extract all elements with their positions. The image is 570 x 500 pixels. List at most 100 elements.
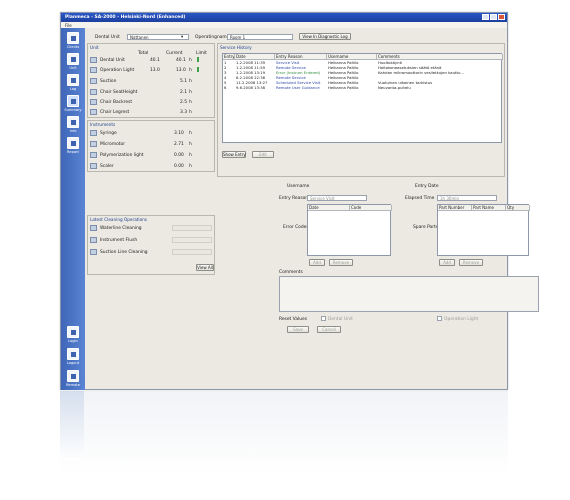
cell-comment: Neuvonta-puhelu bbox=[378, 85, 411, 90]
light-icon bbox=[90, 67, 97, 73]
instrument-row-name: Polymerization light bbox=[100, 153, 144, 158]
unit-row-current: 2.1 bbox=[180, 90, 187, 95]
instruments-panel: Instruments Syringe 3.10 h Micromotor 2.… bbox=[87, 120, 215, 172]
instrument-row-unit: h bbox=[189, 153, 192, 158]
dental-unit-select[interactable]: Nattanen bbox=[127, 34, 189, 40]
sidebar-item-label: Log bbox=[69, 87, 77, 91]
reset-values-label: Reset Values bbox=[279, 317, 308, 322]
view-diagnostic-log-button[interactable]: View In Diagnostic Log bbox=[299, 33, 351, 40]
title-bar: Planmeca - SA-2000 - Helsinki-Nord (Enha… bbox=[61, 13, 507, 22]
col-part-number[interactable]: Part Number bbox=[438, 205, 472, 211]
col-part-name[interactable]: Part Name bbox=[472, 205, 506, 211]
sidebar-item-login[interactable]: Login bbox=[63, 326, 83, 343]
instrument-row-unit: h bbox=[189, 131, 192, 136]
clients-icon bbox=[67, 32, 79, 44]
chevron-down-icon[interactable]: ▾ bbox=[181, 35, 183, 40]
add-error-button[interactable]: Add bbox=[309, 259, 325, 266]
cell-id: 6 bbox=[224, 85, 227, 90]
polymerization-icon bbox=[90, 152, 97, 158]
instrument-row-name: Micromotor bbox=[100, 142, 125, 147]
operating-name-field[interactable]: Room 1 bbox=[227, 34, 293, 40]
remove-error-button[interactable]: Remove bbox=[329, 259, 353, 266]
spare-parts-label: Spare Parts bbox=[413, 225, 439, 230]
comments-label: Comments bbox=[279, 270, 303, 275]
unit-row-current: 40.1 bbox=[176, 58, 186, 63]
unit-row-unit: h bbox=[189, 100, 192, 105]
reset-dental-unit-checkbox[interactable] bbox=[321, 316, 326, 321]
service-history-table: Entry ID Date Entry Reason Username Comm… bbox=[222, 53, 503, 143]
sidebar-item-unit[interactable]: Unit bbox=[63, 53, 83, 70]
unit-row-name: Operation Light bbox=[100, 68, 135, 73]
unit-row-name: Chair SeatHeight bbox=[100, 90, 138, 95]
error-codes-table: Date Code bbox=[307, 204, 392, 256]
unit-row-current: 3.3 bbox=[180, 110, 187, 115]
sidebar-item-label: Info bbox=[69, 129, 77, 133]
limit-indicator bbox=[197, 67, 199, 72]
sidebar-item-label: Login bbox=[68, 339, 78, 343]
error-codes-label: Error Codes bbox=[283, 225, 309, 230]
sidebar-item-report[interactable]: Report bbox=[63, 137, 83, 154]
sidebar-item-logout[interactable]: Logout bbox=[63, 348, 83, 365]
col-current: Current bbox=[166, 51, 183, 56]
close-icon[interactable] bbox=[498, 14, 505, 20]
sidebar-item-remote[interactable]: Remote bbox=[63, 370, 83, 387]
minimize-icon[interactable] bbox=[482, 14, 489, 20]
save-button[interactable]: Save bbox=[287, 326, 309, 333]
elapsed-time-select[interactable]: 1h 30min bbox=[437, 195, 497, 201]
col-error-code[interactable]: Code bbox=[350, 205, 392, 211]
unit-row-total: 40.1 bbox=[150, 58, 160, 63]
service-history-panel: Service History Entry ID Date Entry Reas… bbox=[217, 43, 505, 177]
unit-panel: Unit Total Current Limit Dental Unit 40.… bbox=[87, 43, 215, 118]
unit-row-unit: h bbox=[189, 90, 192, 95]
unit-panel-title: Unit bbox=[90, 45, 99, 50]
col-qty[interactable]: Qty bbox=[506, 205, 530, 211]
window-title: Planmeca - SA-2000 - Helsinki-Nord (Enha… bbox=[65, 15, 186, 20]
add-part-button[interactable]: Add bbox=[439, 259, 455, 266]
limit-indicator bbox=[197, 57, 199, 62]
sidebar-item-clients[interactable]: Clients bbox=[63, 32, 83, 49]
dental-unit-label: Dental Unit bbox=[95, 35, 120, 40]
main-content: Dental Unit Nattanen ▾ Operatingname Roo… bbox=[87, 28, 539, 390]
reset-operation-light-checkbox[interactable] bbox=[437, 316, 442, 321]
operating-name-label: Operatingname bbox=[195, 35, 230, 40]
instruments-panel-title: Instruments bbox=[90, 122, 116, 127]
info-icon bbox=[67, 116, 79, 128]
service-history-title: Service History bbox=[220, 45, 252, 50]
sidebar-item-label: Clients bbox=[66, 45, 80, 49]
instrument-row-name: Scaler bbox=[100, 164, 114, 169]
unit-row-unit: h bbox=[189, 68, 192, 73]
window-reflection bbox=[60, 391, 508, 491]
cleaning-row-name: Instrument Flush bbox=[100, 238, 138, 243]
reset-operation-light-label: Operation Light bbox=[444, 317, 479, 322]
suction-line-icon bbox=[90, 249, 97, 255]
chair-icon bbox=[90, 89, 97, 95]
unit-icon bbox=[67, 53, 79, 65]
cell-user: Heikanna Paltilo bbox=[328, 85, 359, 90]
scaler-icon bbox=[90, 163, 97, 169]
comments-field[interactable] bbox=[279, 276, 539, 312]
entry-reason-select[interactable]: Service Visit bbox=[307, 195, 367, 201]
col-total: Total bbox=[138, 51, 149, 56]
maximize-icon[interactable] bbox=[490, 14, 497, 20]
sidebar-item-summary[interactable]: Summary bbox=[63, 95, 83, 112]
instrument-row-unit: h bbox=[189, 142, 192, 147]
entry-reason-label: Entry Reason bbox=[279, 196, 309, 201]
col-error-date[interactable]: Date bbox=[308, 205, 350, 211]
window-controls bbox=[482, 14, 505, 20]
unit-row-name: Dental Unit bbox=[100, 58, 125, 63]
sidebar-reflection bbox=[60, 391, 84, 461]
show-entry-button[interactable]: Show Entry bbox=[222, 151, 246, 158]
sidebar-item-log[interactable]: Log bbox=[63, 74, 83, 91]
edit-button[interactable]: Edit bbox=[252, 151, 274, 158]
remove-part-button[interactable]: Remove bbox=[459, 259, 483, 266]
view-all-button[interactable]: View All bbox=[196, 264, 214, 271]
login-icon bbox=[67, 326, 79, 338]
cancel-button[interactable]: Cancel bbox=[317, 326, 341, 333]
micromotor-icon bbox=[90, 141, 97, 147]
entry-date-label: Entry Date bbox=[415, 184, 439, 189]
cleaning-panel-title: Latest Cleaning Operations bbox=[90, 217, 147, 222]
sidebar-item-label: Report bbox=[67, 150, 79, 154]
sidebar-item-info[interactable]: Info bbox=[63, 116, 83, 133]
username-label: Username bbox=[287, 184, 310, 189]
flush-icon bbox=[90, 237, 97, 243]
